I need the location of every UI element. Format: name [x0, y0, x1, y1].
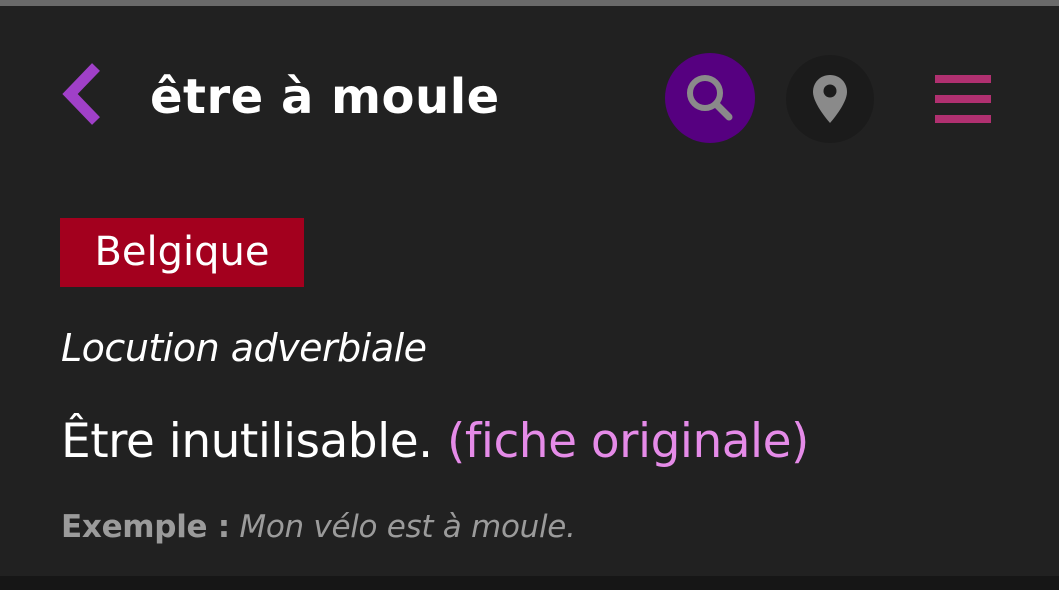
menu-button[interactable]	[928, 66, 998, 132]
back-button[interactable]	[54, 56, 110, 132]
example-label: Exemple :	[61, 509, 230, 545]
search-button[interactable]	[665, 53, 755, 143]
chevron-left-icon	[62, 63, 100, 125]
definition: Être inutilisable. (fiche originale)	[61, 405, 809, 479]
hamburger-menu-icon	[935, 75, 991, 123]
map-pin-icon	[813, 75, 847, 123]
example: Exemple : Mon vélo est à moule.	[61, 504, 576, 550]
bottom-edge	[0, 576, 1059, 590]
example-text: Mon vélo est à moule.	[239, 509, 576, 545]
search-icon	[687, 75, 733, 121]
word-class: Locution adverbiale	[61, 326, 427, 370]
location-button[interactable]	[786, 55, 874, 143]
source-link[interactable]: (fiche originale)	[447, 414, 809, 469]
region-badge: Belgique	[60, 218, 304, 287]
page-title: être à moule	[150, 69, 500, 125]
definition-text: Être inutilisable.	[61, 414, 433, 469]
